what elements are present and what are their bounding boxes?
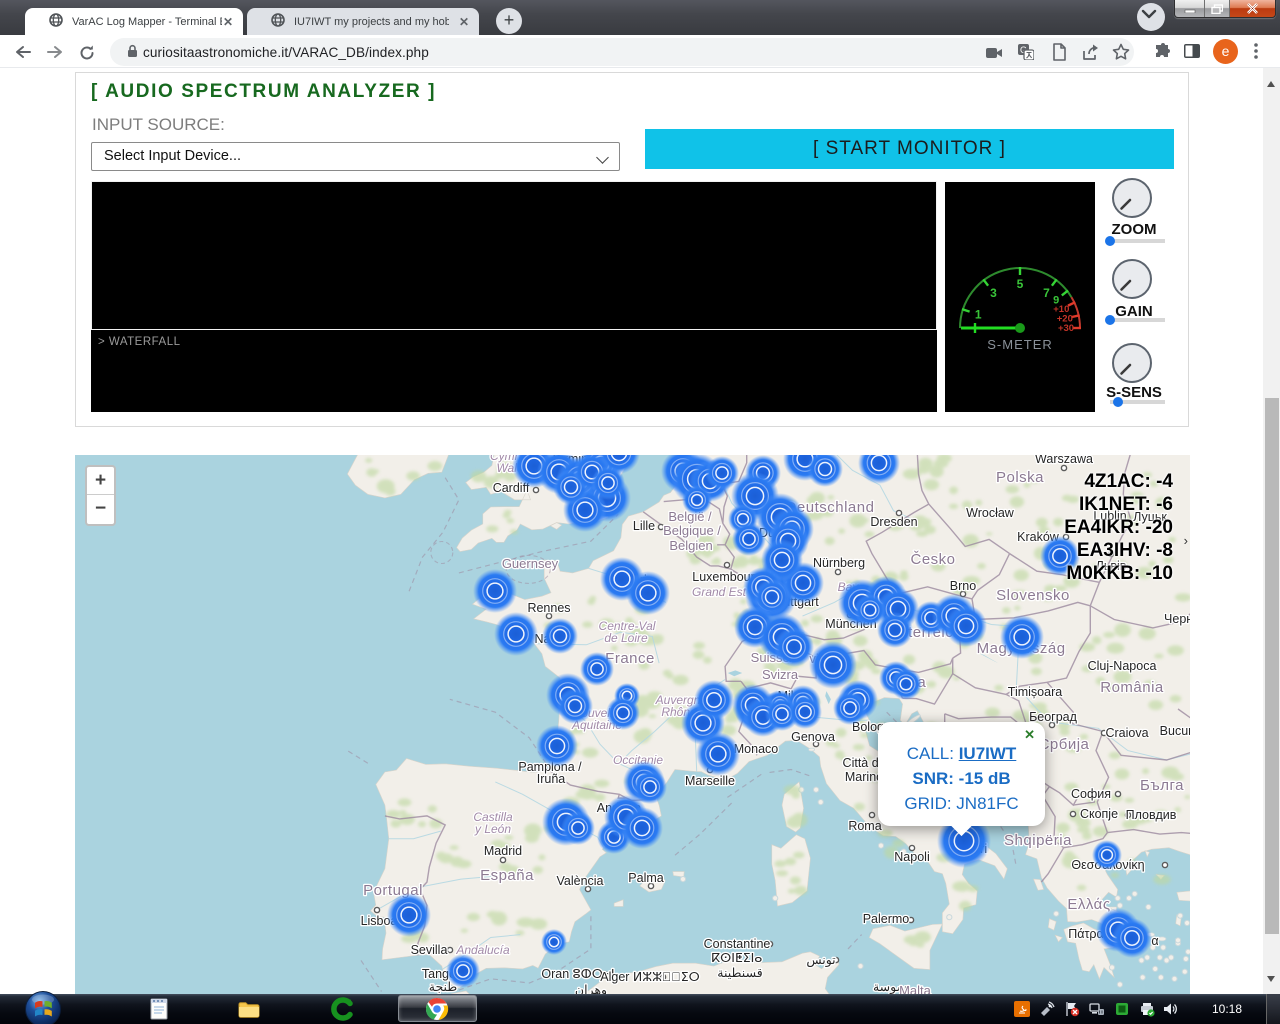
svg-text:Palma: Palma (628, 871, 663, 885)
svg-text:Genova: Genova (791, 730, 835, 744)
svg-text:3: 3 (990, 286, 997, 300)
svg-text:Sevilla: Sevilla (411, 943, 448, 957)
svg-text:Constantine: Constantine (704, 937, 771, 951)
svg-text:Roma: Roma (848, 819, 881, 833)
svg-text:Бълга: Бълга (1140, 777, 1184, 794)
svg-text:+30: +30 (1058, 323, 1074, 334)
svg-text:Belgien: Belgien (669, 538, 712, 553)
svg-text:Grand Est: Grand Est (692, 585, 747, 599)
svg-text:وهران: وهران (575, 983, 607, 994)
svg-text:Monaco: Monaco (734, 742, 779, 756)
svg-text:Alger ⵍⵣⵣⴰ⵿ⵉⵔ: Alger ⵍⵣⵣⴰ⵿ⵉⵔ (600, 970, 699, 984)
svg-text:Città di: Città di (843, 756, 882, 770)
svg-text:Malta: Malta (899, 983, 932, 994)
svg-text:Lille: Lille (633, 519, 655, 533)
svg-text:Madrid: Madrid (484, 844, 522, 858)
svg-text:Polska: Polska (996, 469, 1044, 486)
svg-text:Warszawa: Warszawa (1035, 455, 1093, 466)
svg-text:Timișoara: Timișoara (1008, 685, 1062, 699)
svg-text:Guernsey: Guernsey (502, 556, 559, 571)
svg-text:Slovensko: Slovensko (996, 587, 1070, 604)
svg-text:Rennes: Rennes (527, 601, 570, 615)
svg-text:Nürnberg: Nürnberg (813, 556, 865, 570)
svg-text:Cluj-Napoca: Cluj-Napoca (1088, 659, 1157, 673)
svg-text:y León: y León (474, 822, 511, 836)
svg-text:Craiova: Craiova (1105, 726, 1148, 740)
svg-text:España: España (480, 867, 534, 884)
svg-text:Brno: Brno (950, 579, 976, 593)
svg-text:ⴽⵙⵏⵟⵉⵏⴰ: ⴽⵙⵏⵟⵉⵏⴰ (712, 951, 763, 965)
svg-text:Wrocław: Wrocław (966, 506, 1015, 520)
svg-text:Србија: Србија (1039, 736, 1090, 753)
svg-text:Iruña: Iruña (537, 772, 566, 786)
svg-text:Ελλάς: Ελλάς (1067, 896, 1110, 913)
svg-text:Shqipëria: Shqipëria (1004, 832, 1072, 849)
svg-text:Черні: Черні (1164, 612, 1190, 626)
svg-text:Marseille: Marseille (685, 774, 735, 788)
svg-text:Palermo: Palermo (863, 912, 910, 926)
svg-text:România: România (1100, 679, 1164, 696)
svg-text:7: 7 (1043, 286, 1050, 300)
svg-text:α: α (1151, 934, 1158, 948)
svg-text:5: 5 (1017, 277, 1024, 291)
svg-text:Dresden: Dresden (870, 515, 917, 529)
svg-text:Belgique /: Belgique / (663, 523, 721, 538)
svg-text:1: 1 (975, 307, 982, 321)
svg-text:София: София (1071, 787, 1111, 801)
svg-text:València: València (556, 874, 603, 888)
svg-text:Česko: Česko (910, 551, 955, 568)
svg-text:Napoli: Napoli (894, 850, 929, 864)
svg-text:de Loire: de Loire (604, 631, 648, 645)
svg-text:Bucur: Bucur (1160, 724, 1190, 738)
svg-text:Svizra: Svizra (762, 667, 799, 682)
svg-text:Пловдив: Пловдив (1126, 808, 1177, 822)
svg-text:تونس: تونس (806, 953, 836, 968)
svg-text:قسنطينة: قسنطينة (717, 966, 762, 980)
svg-text:S-METER: S-METER (987, 337, 1053, 352)
svg-text:Скопје: Скопје (1080, 807, 1118, 821)
